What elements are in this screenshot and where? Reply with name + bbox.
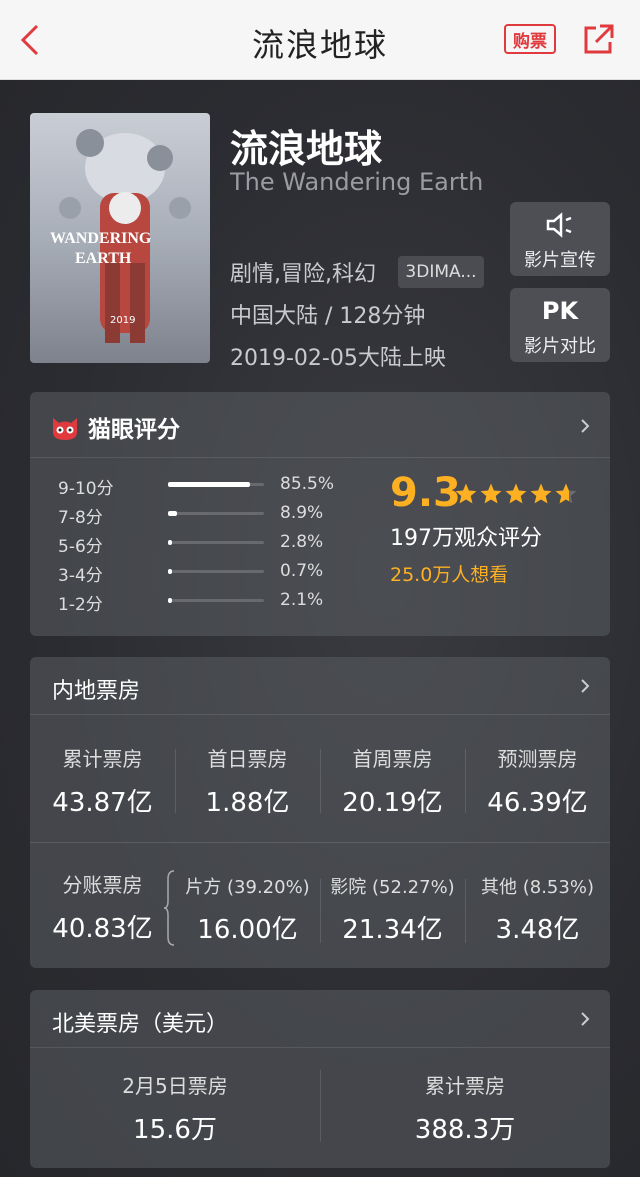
dist-bar-fill bbox=[168, 511, 177, 516]
dist-bar-fill bbox=[168, 598, 172, 603]
maoyan-cat-icon bbox=[53, 418, 77, 440]
dist-bar-track bbox=[168, 540, 264, 545]
share-icon bbox=[584, 24, 614, 54]
stat-label: 影院 (52.27%) bbox=[330, 877, 455, 898]
dist-percent: 0.7% bbox=[280, 561, 324, 581]
stat-value: 46.39亿 bbox=[487, 788, 588, 818]
stat-value: 20.19亿 bbox=[342, 788, 443, 818]
stat-label: 首周票房 bbox=[352, 747, 433, 771]
star-icon bbox=[455, 483, 477, 504]
navbar: 流浪地球 购票 bbox=[0, 0, 640, 80]
mainland-box-header[interactable]: 内地票房 bbox=[30, 657, 610, 715]
movie-poster[interactable]: WANDERING EARTH 2019 bbox=[30, 113, 210, 363]
dist-percent: 8.9% bbox=[280, 503, 324, 523]
dist-label: 3-4分 bbox=[58, 566, 103, 586]
movie-title: 流浪地球 bbox=[230, 127, 383, 171]
compare-button[interactable]: PK 影片对比 bbox=[510, 288, 610, 362]
stat-value: 15.6万 bbox=[133, 1115, 217, 1145]
stat-value: 388.3万 bbox=[414, 1115, 516, 1145]
dist-percent: 2.1% bbox=[280, 590, 324, 610]
stat-other-share: 其他 (8.53%) 3.48亿 bbox=[465, 873, 610, 946]
rating-stars bbox=[455, 483, 577, 504]
rating-title: 猫眼评分 bbox=[88, 417, 180, 443]
dist-label: 5-6分 bbox=[58, 537, 103, 557]
rating-card[interactable]: 猫眼评分 9-10分 85.5% 7-8分 8.9% 5-6分 2.8% 3-4分 0.7% 1… bbox=[30, 392, 610, 636]
stat-cinema-share: 影院 (52.27%) 21.34亿 bbox=[320, 873, 465, 946]
row-divider bbox=[30, 842, 610, 843]
dist-bar-track bbox=[168, 598, 264, 603]
mainland-box-title: 内地票房 bbox=[52, 679, 141, 704]
dist-label: 7-8分 bbox=[58, 508, 103, 528]
star-icon bbox=[505, 483, 527, 504]
dist-percent: 2.8% bbox=[280, 532, 324, 552]
poster-image: WANDERING EARTH 2019 bbox=[30, 113, 210, 363]
rating-card-header[interactable]: 猫眼评分 bbox=[30, 392, 610, 458]
format-badge[interactable]: 3DIMA... bbox=[398, 256, 484, 288]
pk-icon: PK bbox=[541, 297, 579, 325]
star-icon bbox=[480, 483, 502, 504]
stat-forecast: 预测票房 46.39亿 bbox=[465, 743, 610, 819]
stat-split-total: 分账票房 40.83亿 bbox=[30, 869, 175, 945]
promo-button[interactable]: 影片宣传 bbox=[510, 202, 610, 276]
dist-label: 9-10分 bbox=[58, 479, 114, 499]
rating-count: 197万观众评分 bbox=[390, 526, 542, 551]
svg-text:WANDERING: WANDERING bbox=[50, 230, 152, 247]
stat-label: 累计票房 bbox=[62, 747, 143, 771]
stat-label: 2月5日票房 bbox=[122, 1074, 228, 1098]
stat-na-daily: 2月5日票房 15.6万 bbox=[30, 1070, 320, 1146]
dist-bar-track bbox=[168, 569, 264, 574]
stat-label: 预测票房 bbox=[497, 747, 578, 771]
compare-label: 影片对比 bbox=[524, 336, 596, 357]
want-to-watch-count: 25.0万人想看 bbox=[390, 564, 509, 586]
stat-value: 43.87亿 bbox=[52, 788, 153, 818]
stat-value: 1.88亿 bbox=[205, 788, 290, 818]
movie-region-duration: 中国大陆 / 128分钟 bbox=[230, 304, 426, 329]
promo-label: 影片宣传 bbox=[524, 250, 596, 271]
dist-bar-track bbox=[168, 511, 264, 516]
stat-producer-share: 片方 (39.20%) 16.00亿 bbox=[175, 873, 320, 946]
stat-label: 首日票房 bbox=[207, 747, 288, 771]
stat-label: 累计票房 bbox=[425, 1074, 505, 1098]
dist-label: 1-2分 bbox=[58, 595, 103, 615]
share-button[interactable] bbox=[580, 22, 616, 58]
chevron-right-icon bbox=[581, 679, 590, 693]
chevron-right-icon bbox=[581, 419, 590, 433]
dist-bar-fill bbox=[168, 482, 250, 487]
stat-value: 21.34亿 bbox=[342, 915, 443, 945]
svg-text:2019: 2019 bbox=[110, 315, 135, 326]
rating-score: 9.3 bbox=[390, 470, 461, 516]
stat-total: 累计票房 43.87亿 bbox=[30, 743, 175, 819]
speaker-icon bbox=[510, 210, 610, 240]
stat-first-day: 首日票房 1.88亿 bbox=[175, 743, 320, 819]
stat-value: 16.00亿 bbox=[197, 915, 298, 945]
chevron-right-icon bbox=[581, 1012, 590, 1026]
buy-ticket-button[interactable]: 购票 bbox=[504, 24, 556, 54]
star-icon bbox=[530, 483, 552, 504]
na-box-header[interactable]: 北美票房（美元） bbox=[30, 990, 610, 1048]
mainland-box-office-card[interactable]: 内地票房 累计票房 43.87亿 首日票房 1.88亿 首周票房 20.19亿 … bbox=[30, 657, 610, 968]
dist-bar-track bbox=[168, 482, 264, 487]
movie-genres: 剧情,冒险,科幻 bbox=[230, 262, 376, 287]
stat-label: 分账票房 bbox=[62, 873, 143, 897]
stat-value: 40.83亿 bbox=[52, 914, 153, 944]
stat-na-total: 累计票房 388.3万 bbox=[320, 1070, 610, 1146]
na-box-title: 北美票房（美元） bbox=[52, 1012, 229, 1037]
svg-text:EARTH: EARTH bbox=[75, 250, 132, 267]
stat-first-week: 首周票房 20.19亿 bbox=[320, 743, 465, 819]
north-america-box-office-card[interactable]: 北美票房（美元） 2月5日票房 15.6万 累计票房 388.3万 bbox=[30, 990, 610, 1168]
stat-label: 其他 (8.53%) bbox=[481, 877, 594, 898]
stat-label: 片方 (39.20%) bbox=[185, 877, 310, 898]
stat-value: 3.48亿 bbox=[495, 915, 580, 945]
star-icon bbox=[555, 483, 577, 504]
movie-release-date: 2019-02-05大陆上映 bbox=[230, 346, 446, 371]
dist-percent: 85.5% bbox=[280, 474, 335, 494]
movie-english-title: The Wandering Earth bbox=[230, 168, 484, 196]
dist-bar-fill bbox=[168, 569, 172, 574]
dist-bar-fill bbox=[168, 540, 172, 545]
